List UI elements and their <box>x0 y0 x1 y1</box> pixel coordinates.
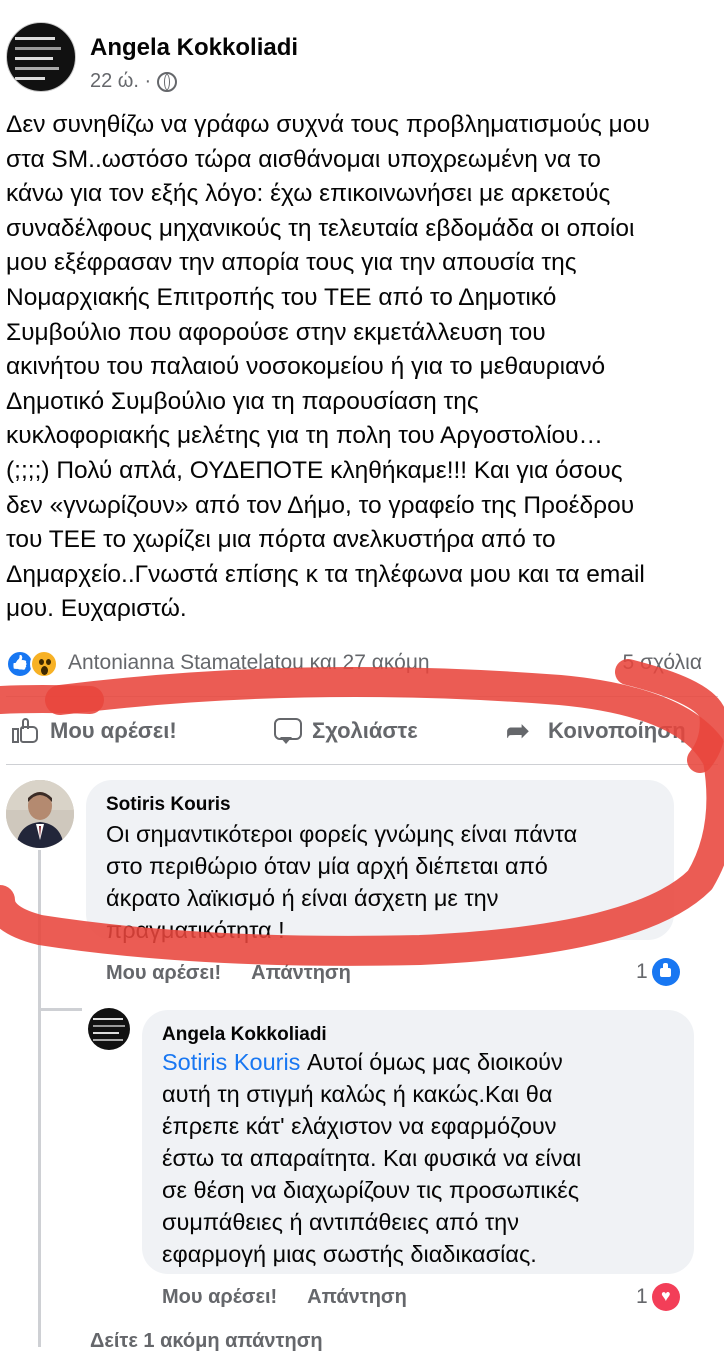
comment-reaction-count[interactable]: 1 <box>636 958 680 986</box>
share-button[interactable]: ➦ Κοινοποίηση <box>506 715 686 746</box>
post-actions-bar: Μου αρέσει! Σχολιάστε ➦ Κοινοποίηση <box>0 708 724 758</box>
post-body-text: Δεν συνηθίζω να γράφω συχνά τους προβλημ… <box>6 111 650 623</box>
reply-author-avatar[interactable] <box>88 1008 130 1050</box>
view-more-replies-link[interactable]: Δείτε 1 ακόμη απάντηση <box>90 1330 323 1353</box>
reactions-summary: Antonianna Stamatelatou και 27 ακόμη 5 σ… <box>6 646 718 682</box>
comment-like-link[interactable]: Μου αρέσει! <box>106 962 221 985</box>
comment: Sotiris Kouris Οι σημαντικότεροι φορείς … <box>0 770 724 990</box>
reaction-icons[interactable] <box>6 650 62 678</box>
wow-reaction-icon <box>30 650 58 678</box>
post-header: Angela Kokkoliadi 22 ώ. · <box>0 0 724 100</box>
author-avatar[interactable] <box>6 22 76 92</box>
comment-text: Οι σημαντικότεροι φορείς γνώμης είναι πά… <box>106 821 578 943</box>
reply-actions: Μου αρέσει! Απάντηση <box>162 1286 407 1309</box>
reply-text-body: Αυτοί όμως μας διοικούν αυτή τη στιγμή κ… <box>162 1049 582 1267</box>
reaction-count-value: 1 <box>636 960 648 983</box>
globe-icon <box>157 71 178 92</box>
divider <box>6 764 718 765</box>
like-button-label: Μου αρέσει! <box>50 718 177 743</box>
commenter-avatar[interactable] <box>6 780 74 848</box>
divider <box>6 696 718 697</box>
mention-link[interactable]: Sotiris Kouris <box>162 1049 300 1075</box>
post-meta: 22 ώ. · <box>90 70 178 93</box>
reply-author-name[interactable]: Angela Kokkoliadi <box>162 1024 327 1046</box>
reactors-text[interactable]: Antonianna Stamatelatou και 27 ακόμη <box>68 651 430 675</box>
share-icon: ➦ <box>506 715 530 746</box>
comment-actions: Μου αρέσει! Απάντηση <box>106 962 351 985</box>
reaction-count-value: 1 <box>636 1285 648 1308</box>
comment-icon <box>274 718 302 744</box>
commenter-name[interactable]: Sotiris Kouris <box>106 794 231 816</box>
comments-count[interactable]: 5 σχόλια <box>622 651 702 675</box>
comment-button[interactable]: Σχολιάστε <box>274 718 418 744</box>
share-button-label: Κοινοποίηση <box>548 718 686 743</box>
reply-reply-link[interactable]: Απάντηση <box>307 1286 407 1309</box>
comment-button-label: Σχολιάστε <box>312 718 418 743</box>
heart-icon: ♥ <box>651 1283 680 1311</box>
like-button[interactable]: Μου αρέσει! <box>12 718 177 744</box>
comment-reply-link[interactable]: Απάντηση <box>251 962 351 985</box>
reply-comment: Angela Kokkoliadi Sotiris Kouris Αυτοί ό… <box>0 1000 724 1320</box>
reply-reaction-count[interactable]: 1 ♥ <box>636 1283 680 1311</box>
thumbs-up-icon <box>12 718 40 744</box>
post-timestamp[interactable]: 22 ώ. · <box>90 70 151 93</box>
like-icon <box>651 958 680 986</box>
reply-like-link[interactable]: Μου αρέσει! <box>162 1286 277 1309</box>
reply-text: Sotiris Kouris Αυτοί όμως μας διοικούν α… <box>162 1046 682 1270</box>
post-author-name[interactable]: Angela Kokkoliadi <box>90 34 298 62</box>
